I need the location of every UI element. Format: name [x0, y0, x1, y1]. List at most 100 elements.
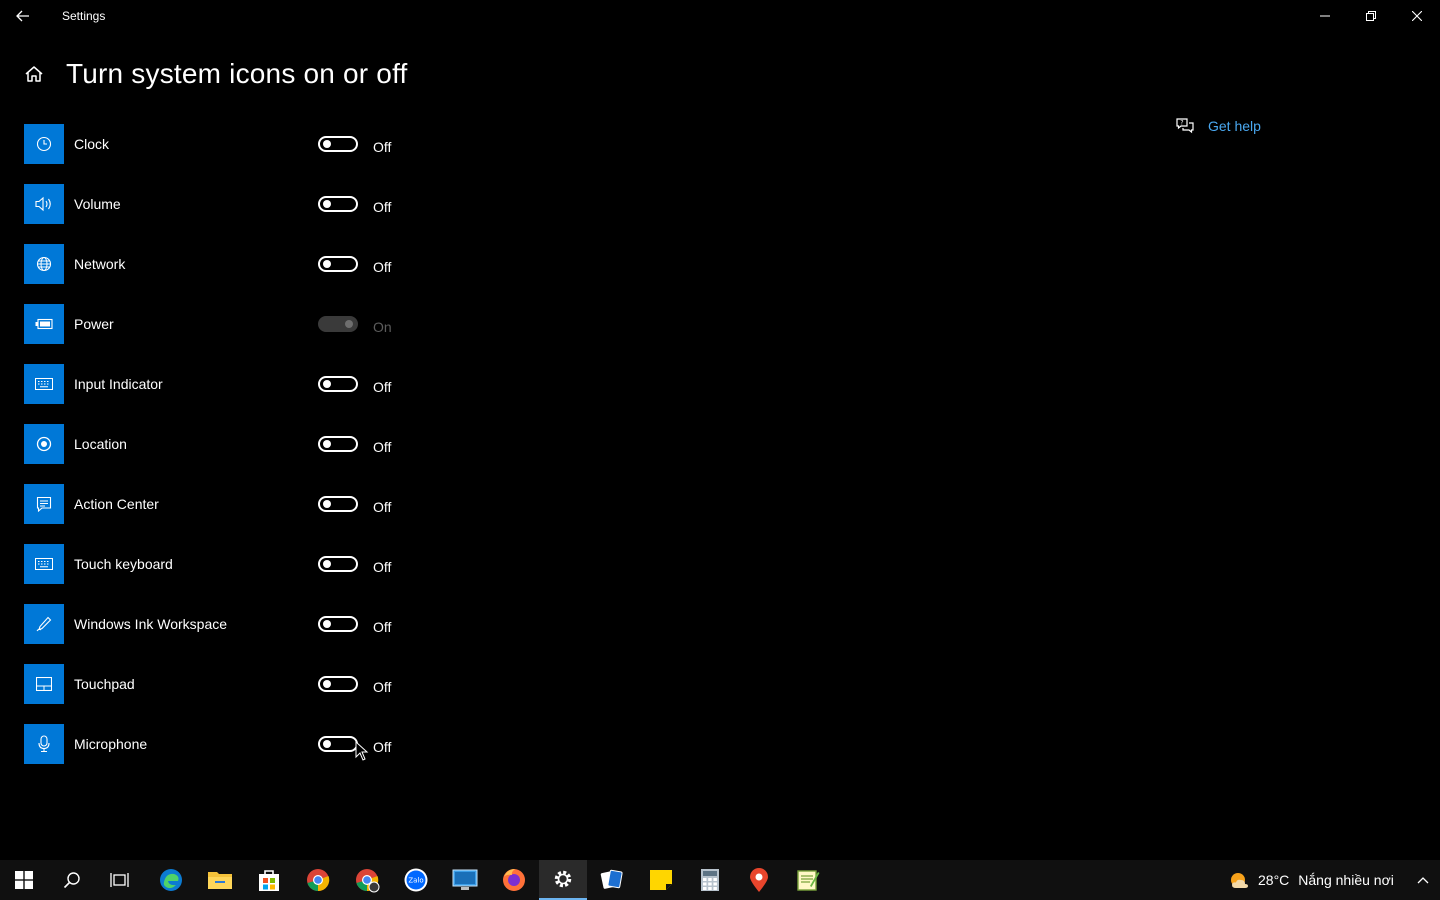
setting-label: Input Indicator — [74, 376, 163, 392]
setting-label: Action Center — [74, 496, 159, 512]
search-icon — [63, 872, 80, 889]
toggle-state: Off — [373, 679, 392, 695]
toggle-state: Off — [373, 139, 392, 155]
setting-label: Windows Ink Workspace — [74, 616, 228, 632]
calculator-icon — [701, 869, 719, 891]
taskbar-app-store[interactable] — [245, 860, 293, 900]
setting-row-action-center: Action Center Off — [24, 484, 404, 524]
notepad-plus-icon — [797, 870, 820, 891]
network-toggle[interactable] — [318, 256, 358, 272]
setting-row-touchpad: Touchpad Off — [24, 664, 404, 704]
setting-row-location: Location Off — [24, 424, 404, 464]
clock-toggle[interactable] — [318, 136, 358, 152]
taskbar-app-calculator[interactable] — [686, 860, 734, 900]
volume-toggle[interactable] — [318, 196, 358, 212]
title-bar: Settings — [0, 0, 1440, 32]
setting-row-windows-ink: Windows Ink Workspace Off — [24, 604, 404, 644]
setting-label: Microphone — [74, 736, 148, 752]
taskbar-app-maps[interactable] — [735, 860, 783, 900]
store-icon — [259, 870, 279, 891]
task-view-button[interactable] — [96, 860, 144, 900]
clock-icon — [24, 124, 64, 164]
keyboard-icon — [24, 544, 64, 584]
window-controls — [1302, 0, 1440, 32]
setting-label: Power — [74, 316, 114, 332]
setting-row-network: Network Off — [24, 244, 404, 284]
mouse-cursor-icon — [355, 741, 369, 761]
solitaire-icon — [600, 869, 623, 889]
window-title: Settings — [62, 9, 106, 23]
restore-button[interactable] — [1348, 0, 1394, 32]
folder-icon — [208, 872, 232, 889]
show-hidden-icons-button[interactable] — [1410, 860, 1436, 900]
touch-keyboard-toggle[interactable] — [318, 556, 358, 572]
setting-label: Volume — [74, 196, 121, 212]
chevron-up-icon — [1417, 877, 1429, 884]
windows-logo-icon — [15, 871, 33, 889]
setting-label: Location — [74, 436, 127, 452]
action-center-icon — [24, 484, 64, 524]
weather-description: Nắng nhiều nơi — [1298, 872, 1394, 888]
keyboard-icon — [24, 364, 64, 404]
setting-row-power: Power On — [24, 304, 404, 344]
taskbar-app-edge[interactable] — [147, 860, 195, 900]
windows-ink-toggle[interactable] — [318, 616, 358, 632]
taskbar-app-sticky-notes[interactable] — [637, 860, 685, 900]
taskbar-app-chrome-profile[interactable] — [343, 860, 391, 900]
system-icons-list: Clock Off Volume Off Network Off Power O… — [24, 124, 404, 784]
setting-label: Clock — [74, 136, 110, 152]
location-toggle[interactable] — [318, 436, 358, 452]
taskbar-app-settings[interactable] — [539, 860, 587, 900]
back-arrow-icon — [16, 10, 29, 22]
taskbar: Zalo 28°C Nắng nhiều nơi — [0, 860, 1440, 900]
sticky-notes-icon — [650, 870, 672, 890]
taskbar-app-firefox[interactable] — [490, 860, 538, 900]
back-button[interactable] — [0, 0, 46, 32]
toggle-state: On — [373, 319, 392, 335]
setting-row-touch-keyboard: Touch keyboard Off — [24, 544, 404, 584]
toggle-state: Off — [373, 739, 392, 755]
microphone-toggle[interactable] — [318, 736, 358, 752]
toggle-state: Off — [373, 439, 392, 455]
get-help-link[interactable]: ? Get help — [1176, 117, 1261, 135]
setting-row-volume: Volume Off — [24, 184, 404, 224]
close-button[interactable] — [1394, 0, 1440, 32]
action-center-toggle[interactable] — [318, 496, 358, 512]
toggle-state: Off — [373, 259, 392, 275]
zalo-icon: Zalo — [404, 868, 428, 892]
power-toggle — [318, 316, 358, 332]
touchpad-toggle[interactable] — [318, 676, 358, 692]
page-header: Turn system icons on or off — [24, 56, 408, 92]
taskbar-app-zalo[interactable]: Zalo — [392, 860, 440, 900]
setting-row-clock: Clock Off — [24, 124, 404, 164]
home-icon[interactable] — [24, 64, 44, 84]
map-pin-icon — [750, 868, 768, 892]
toggle-state: Off — [373, 619, 392, 635]
settings-gear-icon — [554, 870, 572, 888]
edge-icon — [160, 869, 182, 891]
svg-text:Zalo: Zalo — [408, 877, 423, 885]
get-help-label[interactable]: Get help — [1208, 118, 1261, 134]
weather-widget[interactable]: 28°C Nắng nhiều nơi — [1228, 860, 1394, 900]
touchpad-icon — [24, 664, 64, 704]
setting-row-input-indicator: Input Indicator Off — [24, 364, 404, 404]
setting-label: Touch keyboard — [74, 556, 173, 572]
close-icon — [1412, 11, 1422, 21]
taskbar-app-chrome[interactable] — [294, 860, 342, 900]
setting-label: Network — [74, 256, 126, 272]
search-button[interactable] — [48, 860, 96, 900]
task-view-icon — [110, 873, 129, 887]
pen-icon — [24, 604, 64, 644]
input-indicator-toggle[interactable] — [318, 376, 358, 392]
taskbar-app-file-explorer[interactable] — [196, 860, 244, 900]
toggle-state: Off — [373, 379, 392, 395]
taskbar-app-notepad-plus[interactable] — [784, 860, 832, 900]
setting-label: Touchpad — [74, 676, 135, 692]
location-icon — [24, 424, 64, 464]
taskbar-app-solitaire[interactable] — [588, 860, 636, 900]
minimize-button[interactable] — [1302, 0, 1348, 32]
taskbar-app-remote-desktop[interactable] — [441, 860, 489, 900]
microphone-icon — [24, 724, 64, 764]
start-button[interactable] — [0, 860, 48, 900]
svg-text:?: ? — [1180, 120, 1183, 127]
